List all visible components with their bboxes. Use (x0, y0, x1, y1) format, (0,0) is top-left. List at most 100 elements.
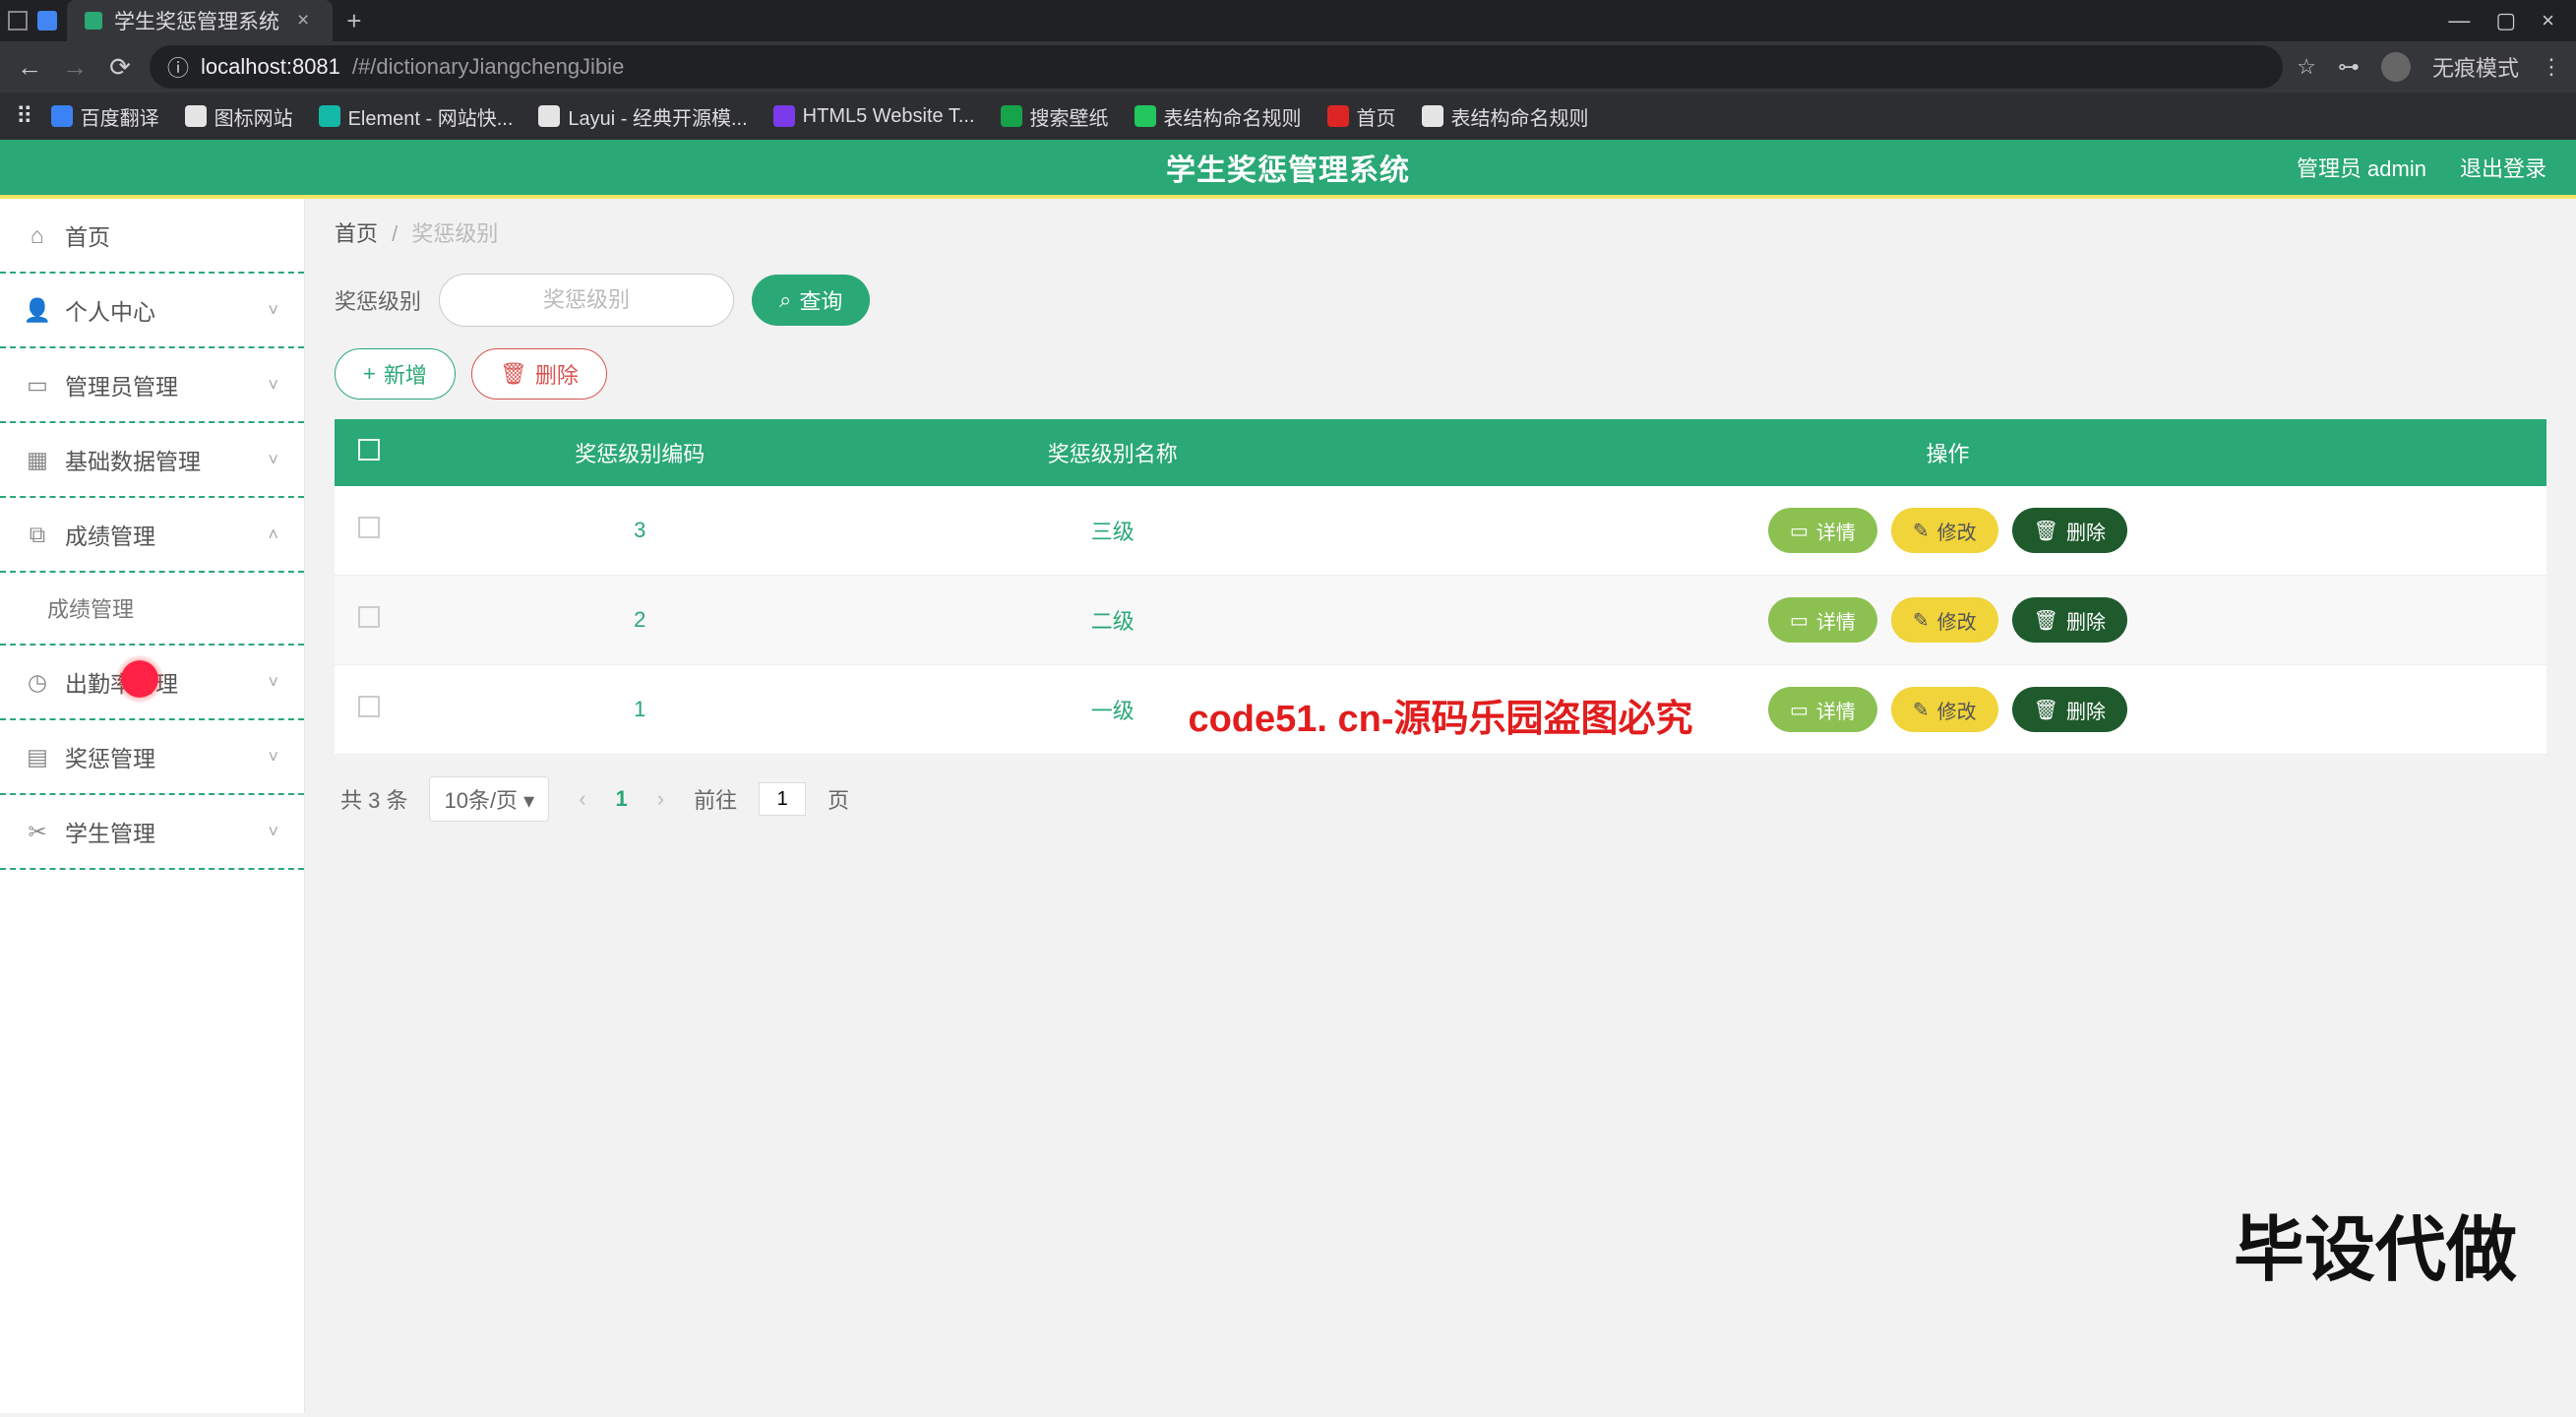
sidebar-item-基础数据管理[interactable]: ▦基础数据管理˅ (0, 423, 304, 498)
pencil-icon: ✎ (1913, 698, 1930, 722)
forward-icon[interactable]: → (59, 51, 91, 83)
bookmark-label: 表结构命名规则 (1451, 102, 1589, 131)
doc-icon: ▭ (1790, 698, 1809, 722)
close-window-icon[interactable]: × (2542, 8, 2554, 33)
edit-button[interactable]: ✎修改 (1891, 508, 1998, 553)
view-button[interactable]: ▭详情 (1768, 687, 1877, 732)
row-delete-button[interactable]: 🗑删除 (2012, 687, 2127, 732)
back-icon[interactable]: ← (14, 51, 45, 83)
bookmark-item[interactable]: HTML5 Website T... (766, 101, 983, 132)
bookmark-item[interactable]: 首页 (1319, 98, 1404, 135)
sidebar-item-label: 管理员管理 (65, 368, 178, 401)
edit-button[interactable]: ✎修改 (1891, 597, 1998, 643)
sidebar-item-label: 学生管理 (65, 815, 155, 848)
pagination: 共 3 条 10条/页 ▾ ‹ 1 › 前往 页 (335, 755, 2546, 843)
bookmark-favicon (185, 105, 207, 127)
next-page-icon[interactable]: › (649, 786, 672, 812)
chevron-down-icon: ˅ (268, 375, 278, 396)
add-label: 新增 (384, 358, 427, 390)
sidebar-item-学生管理[interactable]: ✂学生管理˅ (0, 795, 304, 870)
prev-page-icon[interactable]: ‹ (571, 786, 593, 812)
bookmark-item[interactable]: Layui - 经典开源模... (530, 98, 755, 135)
doc-icon: ▭ (1790, 608, 1809, 633)
chevron-down-icon: ˅ (268, 747, 278, 768)
address-bar[interactable]: ⓘ localhost:8081/#/dictionaryJiangchengJ… (150, 45, 2283, 89)
bookmark-item[interactable]: Element - 网站快... (311, 98, 521, 135)
maximize-icon[interactable]: ▢ (2495, 8, 2516, 33)
row-delete-button[interactable]: 🗑删除 (2012, 508, 2127, 553)
bookmark-favicon (1327, 105, 1349, 127)
bookmark-label: 百度翻译 (81, 102, 159, 131)
goto-label: 前往 (694, 783, 737, 815)
goto-input[interactable] (759, 782, 806, 816)
card-icon: ▭ (26, 373, 49, 397)
filter-input[interactable] (439, 274, 734, 327)
bookmark-favicon (1422, 105, 1443, 127)
table-row: 1一级▭详情✎修改🗑删除 (335, 665, 2546, 755)
user-label[interactable]: 管理员 admin (2297, 152, 2426, 183)
clock-icon: ◷ (26, 670, 49, 694)
info-icon[interactable]: ⓘ (167, 51, 189, 83)
pencil-icon: ✎ (1913, 519, 1930, 543)
table-row: 2二级▭详情✎修改🗑删除 (335, 576, 2546, 665)
sidebar-item-首页[interactable]: ⌂首页 (0, 199, 304, 274)
bookmark-label: 搜索壁纸 (1030, 102, 1109, 131)
bookmark-item[interactable]: 图标网站 (177, 98, 301, 135)
tab-title: 学生奖惩管理系统 (114, 6, 279, 35)
sidebar-item-label: 基础数据管理 (65, 443, 201, 476)
sidebar-item-管理员管理[interactable]: ▭ 管理员管理 ˅ (0, 348, 304, 423)
plus-icon: + (363, 361, 376, 387)
view-button[interactable]: ▭详情 (1768, 508, 1877, 553)
sidebar-item-成绩管理[interactable]: ⧉成绩管理˄ (0, 498, 304, 573)
kebab-menu-icon[interactable]: ⋮ (2541, 54, 2562, 80)
logout-link[interactable]: 退出登录 (2460, 152, 2546, 183)
delete-label: 删除 (535, 358, 579, 390)
add-button[interactable]: + 新增 (335, 348, 456, 400)
page-number[interactable]: 1 (616, 786, 628, 812)
crumb-current: 奖惩级别 (411, 221, 498, 246)
bookmark-item[interactable]: 搜索壁纸 (993, 98, 1117, 135)
star-icon[interactable]: ☆ (2297, 54, 2316, 80)
app-menu-icon[interactable] (8, 11, 28, 31)
browser-tab[interactable]: 学生奖惩管理系统 × (67, 0, 333, 41)
bookmark-label: Element - 网站快... (348, 102, 514, 131)
key-icon[interactable]: ⊶ (2338, 54, 2360, 80)
cell-code: 1 (403, 665, 876, 755)
select-all-checkbox[interactable] (358, 439, 380, 461)
apps-icon[interactable]: ⠿ (16, 102, 33, 131)
row-checkbox[interactable] (358, 696, 380, 717)
bookmark-item[interactable]: 表结构命名规则 (1414, 98, 1597, 135)
row-checkbox[interactable] (358, 517, 380, 538)
view-button[interactable]: ▭详情 (1768, 597, 1877, 643)
row-delete-button[interactable]: 🗑删除 (2012, 597, 2127, 643)
sidebar-item-个人中心[interactable]: 👤个人中心˅ (0, 274, 304, 348)
breadcrumb: 首页 / 奖惩级别 (335, 216, 2546, 248)
bookmark-item[interactable]: 百度翻译 (43, 98, 167, 135)
search-button[interactable]: ⌕ 查询 (752, 275, 870, 326)
bookmark-item[interactable]: 表结构命名规则 (1127, 98, 1310, 135)
sidebar-item-出勤率管理[interactable]: ◷出勤率管理˅ (0, 646, 304, 720)
bookmarks-bar: ⠿ 百度翻译图标网站 Element - 网站快... Layui - 经典开源模..… (0, 92, 2576, 140)
filter-bar: 奖惩级别 ⌕ 查询 (335, 274, 2546, 327)
incognito-avatar-icon[interactable] (2381, 52, 2411, 82)
bookmark-favicon (1135, 105, 1156, 127)
sidebar-item-成绩管理[interactable]: 成绩管理 (0, 573, 304, 646)
edit-button[interactable]: ✎修改 (1891, 687, 1998, 732)
trash-icon: 🗑 (2034, 608, 2058, 633)
sidebar-item-奖惩管理[interactable]: ▤奖惩管理˅ (0, 720, 304, 795)
reload-icon[interactable]: ⟳ (104, 51, 136, 83)
incognito-label: 无痕模式 (2432, 51, 2519, 83)
new-tab-button[interactable]: + (333, 6, 375, 36)
chevron-down-icon: ˅ (268, 300, 278, 321)
page-size-select[interactable]: 10条/页 ▾ (429, 776, 549, 822)
home-icon: ⌂ (26, 223, 49, 247)
bookmark-favicon (773, 105, 795, 127)
close-tab-icon[interactable]: × (291, 9, 315, 32)
delete-button[interactable]: 🗑 删除 (471, 348, 607, 400)
row-checkbox[interactable] (358, 606, 380, 628)
crop-icon: ✂ (26, 820, 49, 843)
watermark-big: 毕设代做 (2234, 1192, 2517, 1295)
crumb-home[interactable]: 首页 (335, 221, 378, 246)
minimize-icon[interactable]: — (2448, 8, 2470, 33)
sidebar-item-label: 个人中心 (65, 293, 155, 327)
